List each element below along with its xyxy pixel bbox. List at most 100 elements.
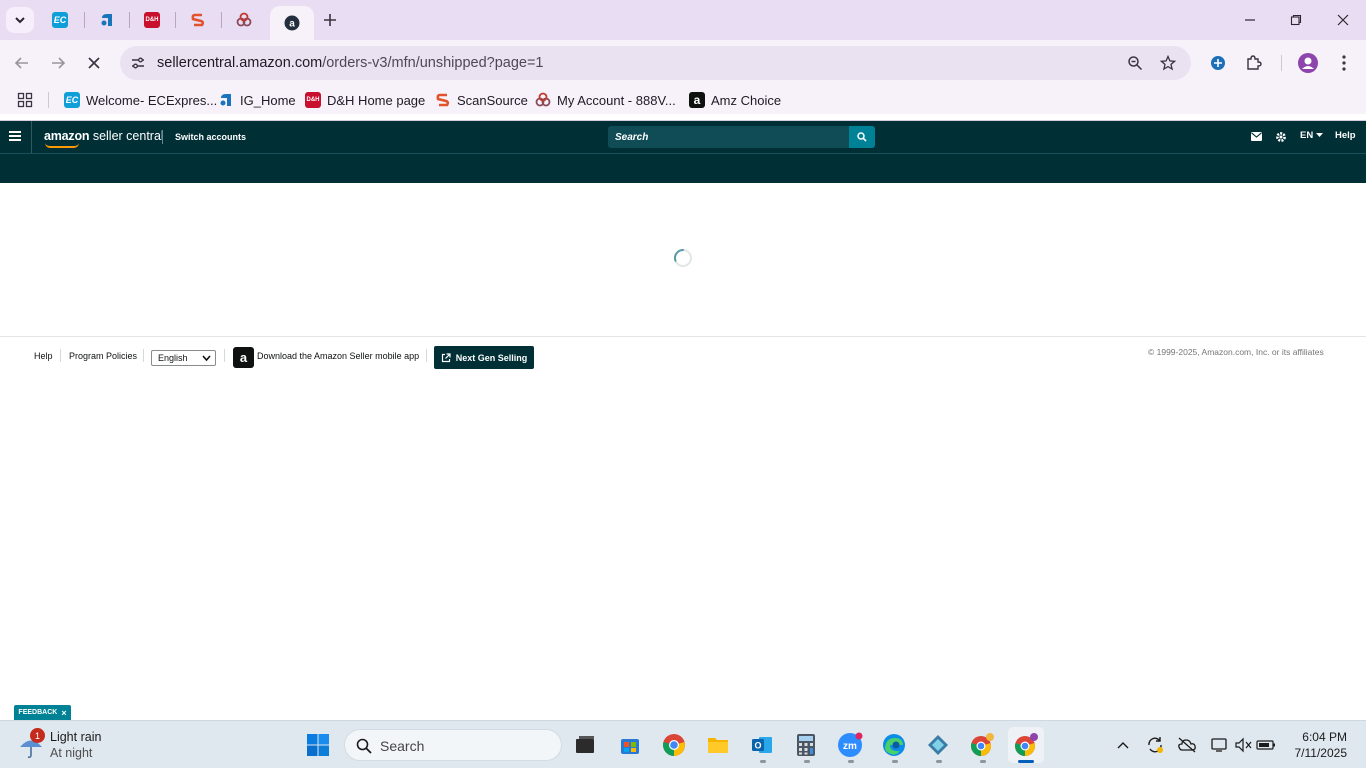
bookmark-amz-choice[interactable]: a Amz Choice — [689, 90, 781, 110]
edge-app[interactable] — [876, 727, 912, 763]
stop-loading-button[interactable] — [80, 49, 108, 77]
chrome-icon — [1015, 733, 1038, 756]
tab-888voip[interactable] — [222, 5, 266, 35]
bookmark-888-account[interactable]: My Account - 888V... — [535, 90, 676, 110]
windows-taskbar: 1 Light rain At night Search O zm 6:04 P… — [0, 720, 1366, 768]
dh-icon: D&H — [305, 92, 321, 108]
zoom-app[interactable]: zm — [832, 727, 868, 763]
outlook-icon: O — [752, 737, 772, 753]
ig-icon — [220, 94, 231, 106]
close-window-button[interactable] — [1329, 8, 1357, 32]
tab-scansource[interactable] — [176, 5, 220, 35]
network-tray-icon[interactable] — [1209, 735, 1229, 755]
store-app[interactable] — [612, 727, 648, 763]
extension-button[interactable] — [1206, 51, 1230, 75]
external-link-icon — [441, 352, 451, 362]
chrome-active-app[interactable] — [1008, 727, 1044, 763]
site-info-button[interactable] — [128, 53, 148, 73]
footer-help-link[interactable]: Help — [34, 351, 53, 361]
taskbar-search[interactable]: Search — [344, 729, 562, 761]
amazon-app-icon: a — [233, 347, 254, 368]
battery-tray-icon[interactable] — [1256, 735, 1276, 755]
sync-icon — [1148, 737, 1163, 753]
close-icon — [1337, 14, 1349, 26]
diamond-icon — [928, 735, 948, 755]
browser-menu-button[interactable] — [1332, 51, 1356, 75]
address-bar[interactable]: sellercentral.amazon.com/orders-v3/mfn/u… — [120, 46, 1191, 80]
switch-accounts-link[interactable]: Switch accounts — [175, 132, 246, 142]
bookmark-scansource[interactable]: ScanSource — [435, 90, 528, 110]
feedback-button[interactable]: FEEDBACK × — [14, 705, 71, 720]
more-vertical-icon — [1342, 55, 1346, 71]
vpn-app[interactable] — [920, 727, 956, 763]
start-button[interactable] — [300, 727, 336, 763]
volume-tray-icon[interactable] — [1233, 735, 1253, 755]
bookmark-dh-home[interactable]: D&H D&H Home page — [305, 90, 425, 110]
help-link[interactable]: Help — [1335, 130, 1356, 141]
onedrive-tray-icon[interactable] — [1177, 735, 1197, 755]
sync-tray-icon[interactable] — [1145, 735, 1165, 755]
taskbar-search-label: Search — [380, 738, 425, 754]
url-host: sellercentral.amazon.com — [157, 55, 323, 71]
task-view-icon — [576, 736, 594, 753]
file-explorer-app[interactable] — [700, 727, 736, 763]
bookmark-label: My Account - 888V... — [557, 92, 676, 108]
tab-seller-central[interactable]: a — [270, 6, 314, 40]
logo-brand: amazon — [44, 129, 90, 143]
star-icon — [1160, 55, 1176, 71]
show-hidden-icons-button[interactable] — [1113, 735, 1133, 755]
clock-date: 7/11/2025 — [1294, 746, 1348, 760]
program-policies-link[interactable]: Program Policies — [69, 351, 137, 361]
tab-ig[interactable] — [85, 5, 129, 35]
download-app-link[interactable]: Download the Amazon Seller mobile app — [257, 351, 419, 361]
forward-button[interactable] — [44, 49, 72, 77]
seller-central-logo[interactable]: amazon seller central — [44, 129, 164, 148]
arrow-right-icon — [52, 57, 66, 69]
scansource-icon — [436, 93, 450, 107]
logo-product: seller central — [92, 129, 164, 143]
888-icon — [535, 92, 551, 107]
ec-icon: EC — [52, 12, 68, 28]
task-view-button[interactable] — [567, 727, 603, 763]
calculator-app[interactable] — [788, 727, 824, 763]
tab-dh[interactable]: D&H — [130, 5, 174, 35]
arrow-left-icon — [14, 57, 28, 69]
settings-button[interactable] — [1275, 131, 1287, 143]
outlook-app[interactable]: O — [744, 727, 780, 763]
language-selected: English — [158, 353, 188, 363]
chrome-profile-app[interactable] — [964, 727, 1000, 763]
search-input[interactable] — [608, 126, 849, 148]
chrome-icon — [663, 734, 685, 756]
footer-language-select[interactable]: English — [151, 350, 216, 366]
next-gen-selling-button[interactable]: Next Gen Selling — [434, 346, 534, 369]
minimize-button[interactable] — [1236, 8, 1264, 32]
language-label: EN — [1300, 130, 1314, 141]
mail-icon — [1251, 132, 1262, 141]
tab-ecexpress[interactable]: EC — [38, 5, 82, 35]
bookmark-ig-home[interactable]: IG_Home — [218, 90, 296, 110]
hamburger-menu-icon[interactable] — [9, 131, 21, 141]
messages-button[interactable] — [1251, 132, 1262, 141]
zoom-button[interactable] — [1125, 53, 1145, 73]
new-tab-button[interactable] — [318, 8, 342, 32]
back-button[interactable] — [8, 49, 36, 77]
tab-search-button[interactable] — [6, 7, 34, 33]
weather-badge: 1 — [30, 728, 45, 743]
weather-title: Light rain — [50, 730, 102, 744]
restore-button[interactable] — [1282, 8, 1310, 32]
language-selector[interactable]: EN — [1300, 130, 1324, 141]
search-button[interactable] — [849, 126, 875, 148]
avatar-icon — [1298, 53, 1318, 73]
extensions-button[interactable] — [1242, 51, 1266, 75]
search-icon — [857, 132, 867, 142]
feedback-close-icon[interactable]: × — [61, 708, 66, 718]
bookmark-star-button[interactable] — [1158, 53, 1178, 73]
bookmark-ecexpress[interactable]: EC Welcome- ECExpres... — [64, 90, 217, 110]
apps-button[interactable] — [17, 90, 33, 110]
weather-widget[interactable]: 1 Light rain At night — [18, 728, 118, 762]
amazon-smile-icon — [45, 143, 79, 148]
chevron-down-icon — [15, 17, 25, 24]
profile-button[interactable] — [1296, 51, 1320, 75]
chrome-app[interactable] — [656, 727, 692, 763]
taskbar-clock[interactable]: 6:04 PM 7/11/2025 — [1295, 729, 1348, 761]
